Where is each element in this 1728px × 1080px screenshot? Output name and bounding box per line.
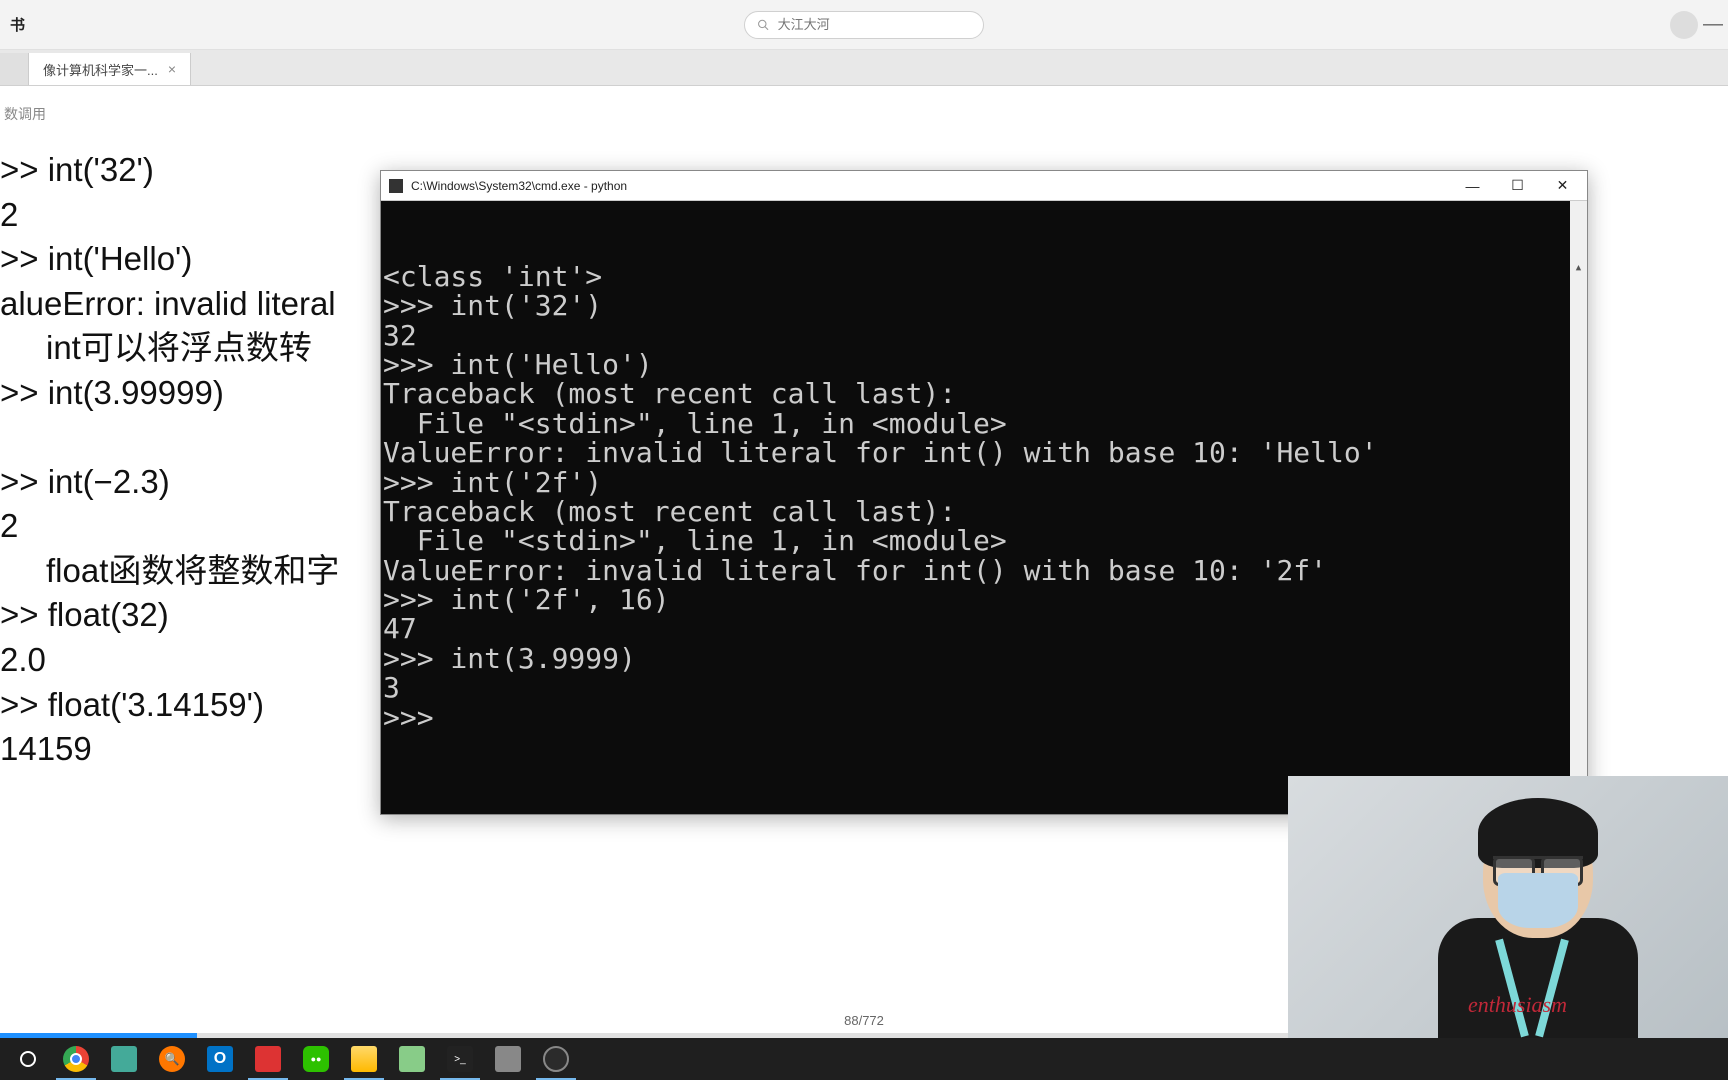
terminal-line: >>> int('32') (383, 291, 1585, 320)
terminal-line: 47 (383, 614, 1585, 643)
taskbar-everything[interactable]: 🔍 (148, 1038, 196, 1080)
terminal-line: Traceback (most recent call last): (383, 497, 1585, 526)
scroll-up-icon[interactable]: ▲ (1570, 260, 1587, 277)
taskbar-notepad[interactable] (388, 1038, 436, 1080)
maximize-button[interactable]: ☐ (1495, 172, 1540, 200)
terminal-line: >>> int('Hello') (383, 350, 1585, 379)
app-title: 书 (10, 14, 25, 35)
terminal-title: C:\Windows\System32\cmd.exe - python (411, 179, 1450, 193)
taskbar-app-gray[interactable] (484, 1038, 532, 1080)
presenter-figure: enthusiasm (1448, 798, 1628, 1038)
shirt-text: enthusiasm (1468, 992, 1567, 1018)
terminal-line: ValueError: invalid literal for int() wi… (383, 438, 1585, 467)
taskbar-start[interactable] (4, 1038, 52, 1080)
taskbar-cmd[interactable]: >_ (436, 1038, 484, 1080)
avatar[interactable] (1670, 11, 1698, 39)
taskbar-outlook[interactable]: O (196, 1038, 244, 1080)
terminal-line: >>> int(3.9999) (383, 644, 1585, 673)
start-icon (15, 1046, 41, 1072)
taskbar-app-green[interactable] (100, 1038, 148, 1080)
terminal-line: >>> int('2f') (383, 468, 1585, 497)
tab-1[interactable]: 像计算机科学家一... × (29, 53, 191, 85)
tab-strip: 像计算机科学家一... × (0, 50, 1728, 86)
taskbar-obs[interactable] (532, 1038, 580, 1080)
notepad-icon (399, 1046, 425, 1072)
terminal-window[interactable]: C:\Windows\System32\cmd.exe - python — ☐… (380, 170, 1588, 815)
app-gray-icon (495, 1046, 521, 1072)
minimize-button[interactable]: — (1450, 172, 1495, 200)
taskbar-app-red[interactable] (244, 1038, 292, 1080)
app-bar: 书 — (0, 0, 1728, 50)
terminal-line: File "<stdin>", line 1, in <module> (383, 409, 1585, 438)
breadcrumb: 数调用 (0, 104, 1728, 124)
search-box[interactable] (744, 11, 984, 39)
everything-icon: 🔍 (159, 1046, 185, 1072)
app-red-icon (255, 1046, 281, 1072)
close-button[interactable]: ✕ (1540, 172, 1585, 200)
window-controls: — ☐ ✕ (1450, 172, 1585, 200)
terminal-titlebar[interactable]: C:\Windows\System32\cmd.exe - python — ☐… (381, 171, 1587, 201)
wechat-icon: ●● (303, 1046, 329, 1072)
menu-icon[interactable]: — (1703, 13, 1723, 36)
terminal-line: >>> int('2f', 16) (383, 585, 1585, 614)
taskbar: 🔍 O ●● >_ (0, 1038, 1728, 1080)
taskbar-chrome[interactable] (52, 1038, 100, 1080)
terminal-line: >>> (383, 703, 1585, 732)
camera-overlay: enthusiasm (1288, 776, 1728, 1038)
terminal-line: <class 'int'> (383, 262, 1585, 291)
terminal-body[interactable]: <class 'int'>>>> int('32')32>>> int('Hel… (381, 201, 1587, 814)
taskbar-explorer[interactable] (340, 1038, 388, 1080)
taskbar-wechat[interactable]: ●● (292, 1038, 340, 1080)
tab-label: 像计算机科学家一... (43, 60, 158, 79)
search-icon (757, 18, 770, 32)
chrome-icon (63, 1046, 89, 1072)
tab-0[interactable] (0, 53, 29, 85)
search-input[interactable] (778, 17, 971, 32)
explorer-icon (351, 1046, 377, 1072)
terminal-line: File "<stdin>", line 1, in <module> (383, 526, 1585, 555)
obs-icon (543, 1046, 569, 1072)
cmd-icon (389, 179, 403, 193)
page-counter: 88/772 (844, 1013, 884, 1028)
terminal-line: 3 (383, 673, 1585, 702)
terminal-line: Traceback (most recent call last): (383, 379, 1585, 408)
terminal-scrollbar[interactable]: ▲ ▼ (1570, 201, 1587, 814)
cmd-icon: >_ (447, 1046, 473, 1072)
app-green-icon (111, 1046, 137, 1072)
terminal-line: ValueError: invalid literal for int() wi… (383, 556, 1585, 585)
outlook-icon: O (207, 1046, 233, 1072)
close-icon[interactable]: × (168, 61, 176, 77)
terminal-line: 32 (383, 321, 1585, 350)
